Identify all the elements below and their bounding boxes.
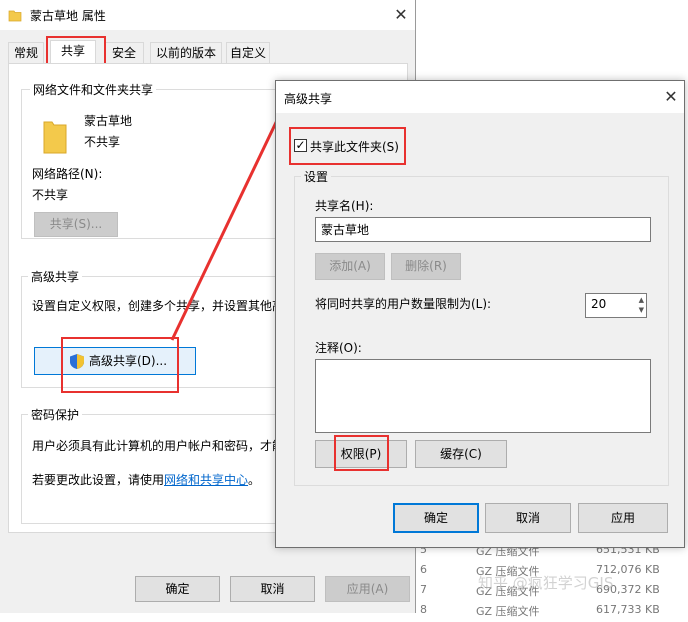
- advanced-titlebar[interactable]: 高级共享 ✕: [276, 81, 684, 113]
- comment-label: 注释(O):: [315, 341, 362, 355]
- share-name-input[interactable]: 蒙古草地: [315, 217, 651, 242]
- close-icon[interactable]: ✕: [656, 82, 686, 112]
- user-limit-value: 20: [591, 297, 607, 311]
- cache-button[interactable]: 缓存(C): [415, 440, 507, 468]
- highlight-box: [334, 435, 389, 471]
- ok-button[interactable]: 确定: [393, 503, 479, 533]
- advanced-title: 高级共享: [284, 92, 333, 106]
- apply-button[interactable]: 应用: [578, 503, 668, 533]
- advanced-sharing-dialog: 高级共享 ✕ ✓ 共享此文件夹(S) 设置 共享名(H): 蒙古草地 添加(A)…: [275, 80, 685, 548]
- group-title: 设置: [301, 168, 332, 185]
- comment-textarea[interactable]: [315, 359, 651, 433]
- share-name-label: 共享名(H):: [315, 199, 374, 213]
- user-limit-label: 将同时共享的用户数量限制为(L):: [315, 297, 492, 311]
- remove-button[interactable]: 删除(R): [391, 253, 461, 280]
- spin-arrows-icon[interactable]: ▲ ▼: [639, 295, 644, 315]
- watermark: 知乎 @疯狂学习GIS: [478, 574, 614, 592]
- add-button[interactable]: 添加(A): [315, 253, 385, 280]
- highlight-box: [289, 127, 406, 165]
- user-limit-stepper[interactable]: 20 ▲ ▼: [585, 293, 647, 318]
- cancel-button[interactable]: 取消: [485, 503, 571, 533]
